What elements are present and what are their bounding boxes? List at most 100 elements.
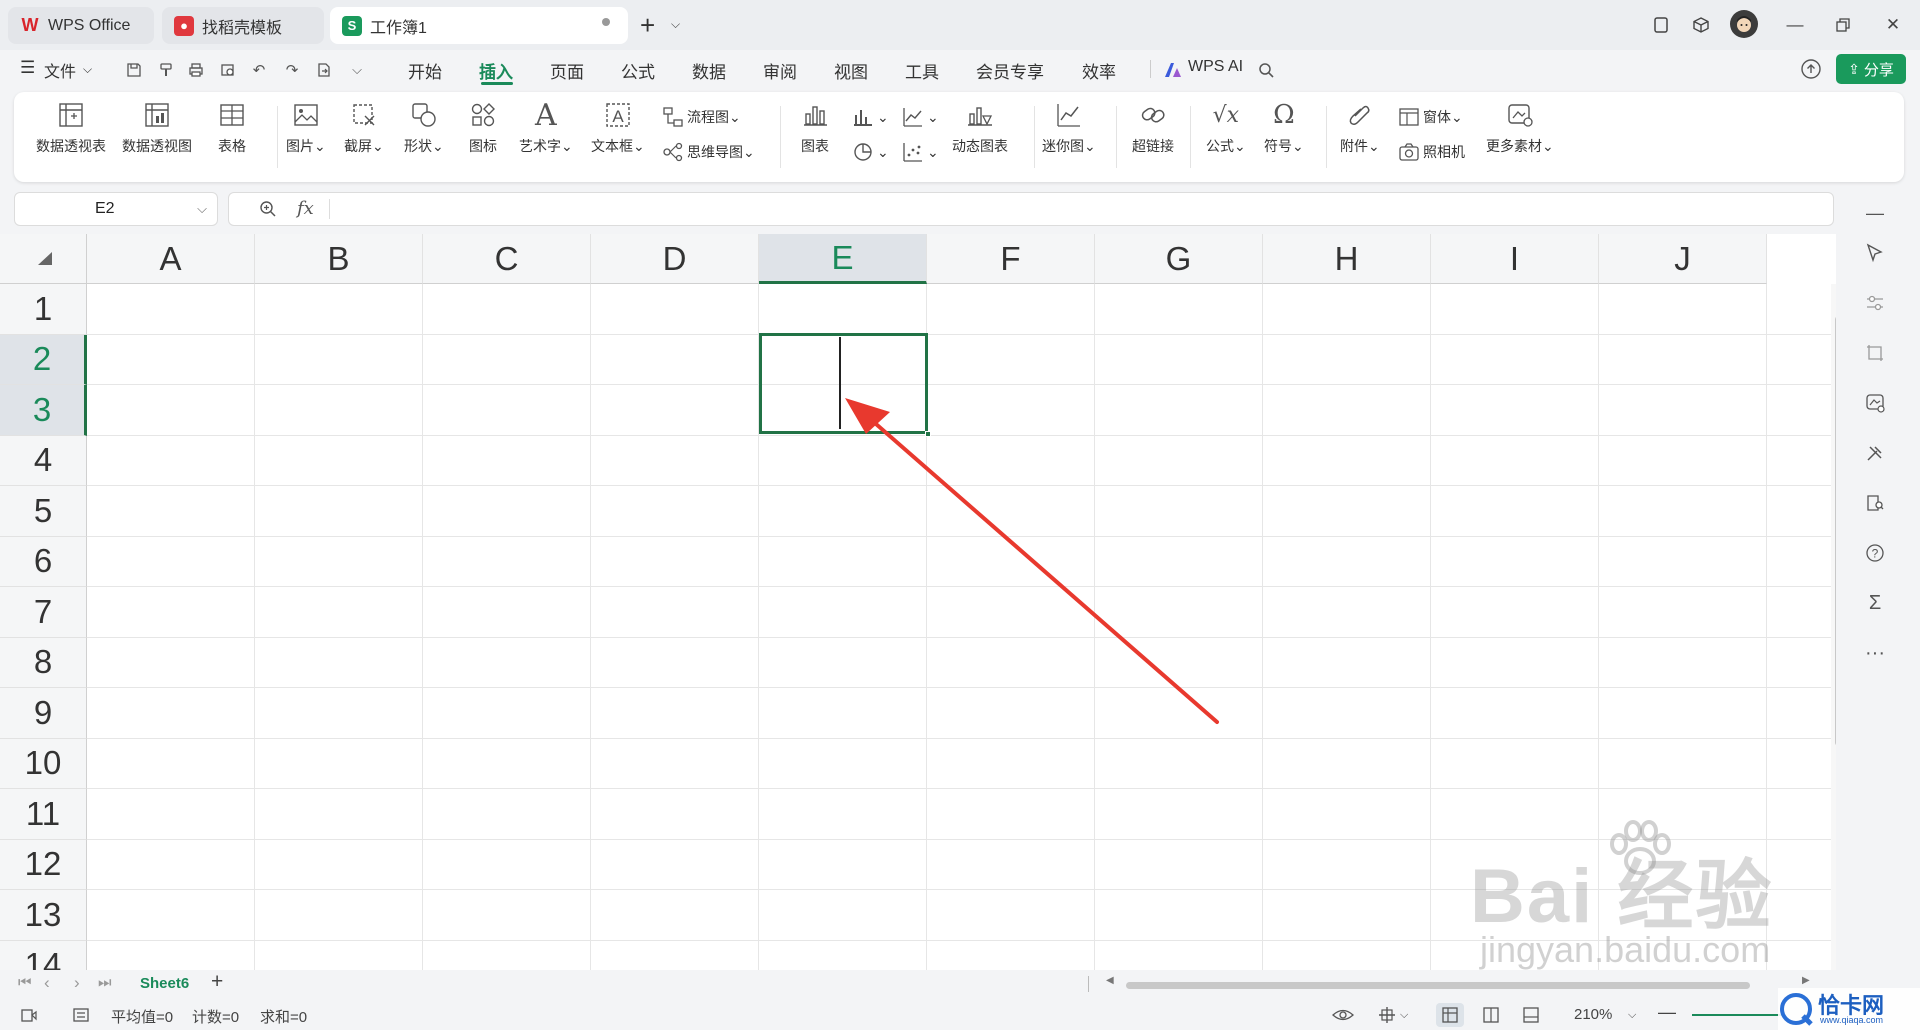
scroll-right-icon[interactable]: ▶ — [1802, 975, 1810, 986]
save-icon[interactable] — [124, 60, 144, 80]
undo-icon[interactable]: ↶ — [249, 60, 269, 80]
print-preview-icon[interactable] — [218, 60, 238, 80]
search-icon[interactable] — [1256, 60, 1276, 80]
select-pointer-icon[interactable] — [1862, 240, 1888, 266]
sparkline-button[interactable]: 迷你图⌄ — [1042, 100, 1096, 156]
restore-icon[interactable] — [1830, 12, 1856, 38]
menu-item-formula[interactable]: 公式 — [621, 58, 655, 83]
close-icon[interactable]: ✕ — [1880, 12, 1906, 38]
last-sheet-icon[interactable]: ⏭ — [98, 974, 112, 991]
pie-chart-dropdown[interactable]: ⌄ — [852, 141, 889, 163]
hyperlink-button[interactable]: 超链接 — [1132, 100, 1174, 156]
zoom-out-icon[interactable]: — — [1658, 1002, 1676, 1023]
menu-item-review[interactable]: 审阅 — [763, 58, 797, 83]
wps-ai-button[interactable]: WPS AI — [1188, 58, 1243, 76]
column-chart-dropdown[interactable]: ⌄ — [852, 106, 889, 128]
normal-view-button[interactable] — [1436, 1003, 1464, 1027]
chevron-down-icon[interactable]: ⌵ — [197, 201, 207, 217]
menu-item-member[interactable]: 会员专享 — [976, 58, 1044, 83]
prev-sheet-icon[interactable]: ‹ — [44, 973, 50, 993]
scatter-chart-dropdown[interactable]: ⌄ — [902, 141, 939, 163]
first-sheet-icon[interactable]: ⏮ — [18, 974, 32, 991]
page-view-icon[interactable] — [72, 1006, 90, 1024]
pivot-table-button[interactable]: 数据透视表 — [36, 100, 106, 156]
pivot-chart-button[interactable]: 数据透视图 — [122, 100, 192, 156]
wordart-button[interactable]: A 艺术字⌄ — [519, 98, 573, 156]
page-break-view-icon[interactable] — [1522, 1006, 1540, 1024]
dynamic-chart-button[interactable]: 动态图表 — [952, 100, 1008, 156]
menu-item-data[interactable]: 数据 — [692, 58, 726, 83]
macro-record-icon[interactable] — [20, 1006, 38, 1024]
collapse-panel-icon[interactable]: — — [1862, 200, 1888, 226]
avatar[interactable] — [1730, 10, 1758, 38]
materials-panel-icon[interactable] — [1862, 390, 1888, 416]
cube-icon[interactable] — [1688, 12, 1714, 38]
format-painter-icon[interactable] — [156, 60, 176, 80]
window-list-icon[interactable] — [1648, 12, 1674, 38]
menu-item-tools[interactable]: 工具 — [905, 58, 939, 83]
tab-wps-office[interactable]: W WPS Office — [8, 7, 154, 44]
print-icon[interactable] — [186, 60, 206, 80]
picture-button[interactable]: 图片⌄ — [286, 100, 326, 156]
symbol-button[interactable]: Ω 符号⌄ — [1264, 100, 1304, 156]
screenshot-button[interactable]: 截屏⌄ — [344, 100, 384, 156]
formula-insert-button[interactable]: √x 公式⌄ — [1206, 100, 1246, 156]
minimize-icon[interactable]: — — [1782, 12, 1808, 38]
chevron-down-icon[interactable]: ⌵ — [83, 62, 92, 77]
share-button[interactable]: ⇪ 分享 — [1836, 54, 1906, 84]
eye-protection-icon[interactable] — [1332, 1006, 1354, 1024]
next-sheet-icon[interactable]: › — [74, 973, 80, 993]
formula-bar[interactable]: fx — [228, 192, 1834, 226]
flowchart-button[interactable]: 流程图 ⌄ — [662, 106, 741, 128]
cloud-upload-icon[interactable] — [1800, 58, 1822, 80]
sum-sigma-icon[interactable]: Σ — [1862, 590, 1888, 616]
mindmap-button[interactable]: 思维导图 ⌄ — [662, 141, 755, 163]
horizontal-scroll-thumb[interactable] — [1126, 982, 1750, 989]
window-button[interactable]: 窗体 ⌄ — [1398, 106, 1463, 128]
zoom-slider[interactable] — [1692, 1014, 1784, 1016]
chevron-down-icon[interactable]: ⌵ — [347, 60, 367, 80]
tab-workbook1[interactable]: S 工作簿1 — [330, 7, 628, 44]
table-button[interactable]: 表格 — [217, 100, 247, 156]
hamburger-icon[interactable]: ☰ — [20, 58, 35, 78]
review-book-icon[interactable] — [1862, 490, 1888, 516]
chart-button[interactable]: 图表 — [800, 100, 830, 156]
unsaved-dot-icon[interactable] — [602, 18, 610, 26]
sheet-tab-sheet6[interactable]: Sheet6 — [140, 975, 189, 992]
tools-icon[interactable] — [1862, 440, 1888, 466]
chevron-down-icon[interactable]: ⌵ — [671, 17, 680, 32]
icon-button[interactable]: 图标 — [468, 100, 498, 156]
crop-transform-icon[interactable] — [1862, 340, 1888, 366]
scroll-left-icon[interactable]: ◀ — [1106, 975, 1114, 986]
export-icon[interactable] — [314, 60, 334, 80]
attachment-button[interactable]: 附件⌄ — [1340, 100, 1380, 156]
freeze-panes-icon[interactable] — [1376, 1006, 1398, 1024]
menu-item-insert[interactable]: 插入 — [479, 58, 513, 83]
line-chart-dropdown[interactable]: ⌄ — [902, 106, 939, 128]
add-sheet-button[interactable]: + — [211, 970, 223, 994]
textbox-button[interactable]: A 文本框⌄ — [591, 100, 645, 156]
help-icon[interactable]: ? — [1862, 540, 1888, 566]
redo-icon[interactable]: ↷ — [282, 60, 302, 80]
menu-item-efficiency[interactable]: 效率 — [1082, 58, 1116, 83]
new-tab-button[interactable]: + — [640, 10, 655, 41]
more-materials-button[interactable]: 更多素材⌄ — [1486, 100, 1554, 156]
more-icon[interactable]: ··· — [1862, 640, 1888, 666]
spreadsheet-grid[interactable]: ABCDEFGHIJ 1234567891011121314 ▲ ▼ Bai 经… — [0, 234, 1836, 972]
properties-sliders-icon[interactable] — [1862, 290, 1888, 316]
chevron-down-icon[interactable]: ⌵ — [1628, 1009, 1636, 1022]
name-box[interactable]: E2 ⌵ — [14, 192, 218, 226]
menu-item-view[interactable]: 视图 — [834, 58, 868, 83]
zoom-level[interactable]: 210% — [1574, 1006, 1612, 1023]
shape-button[interactable]: 形状⌄ — [404, 100, 444, 156]
wps-ai-icon[interactable] — [1163, 60, 1183, 80]
zoom-formula-icon[interactable] — [259, 200, 277, 218]
page-layout-view-icon[interactable] — [1482, 1006, 1500, 1024]
chevron-down-icon[interactable]: ⌵ — [1400, 1009, 1408, 1022]
menu-item-start[interactable]: 开始 — [408, 58, 442, 83]
camera-button[interactable]: 照相机 — [1398, 141, 1465, 163]
fx-icon[interactable]: fx — [297, 198, 314, 219]
tab-docer-templates[interactable]: ● 找稻壳模板 — [162, 7, 324, 44]
file-menu[interactable]: 文件 — [44, 58, 76, 82]
menu-item-page[interactable]: 页面 — [550, 58, 584, 83]
